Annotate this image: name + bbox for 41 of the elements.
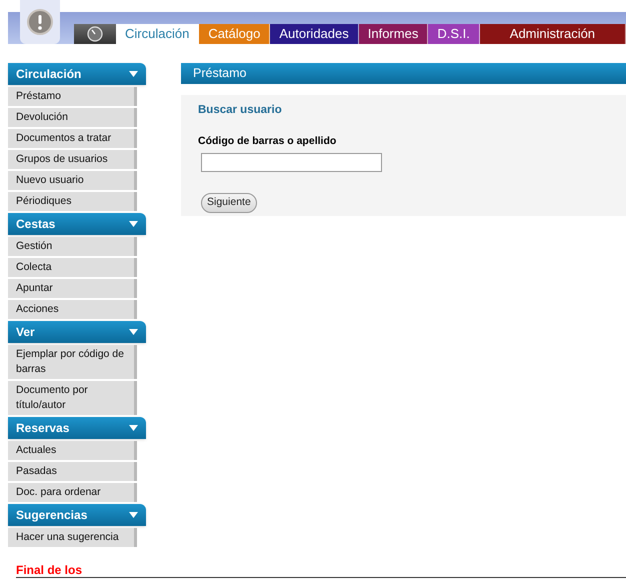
nav-tab[interactable]: Administración [480, 24, 626, 44]
caret-icon [129, 512, 138, 518]
menu-item[interactable]: Apuntar [8, 279, 137, 298]
nav-tab[interactable]: Circulación [116, 24, 200, 44]
caret-icon [129, 221, 138, 227]
footer-text: Final de los [16, 564, 84, 577]
menu-item[interactable]: Hacer una sugerencia [8, 528, 137, 547]
nav-tab[interactable]: D.S.I. [428, 24, 480, 44]
caret-icon [129, 71, 138, 77]
menu-item[interactable]: Nuevo usuario [8, 171, 137, 190]
alert-logo-icon [27, 9, 53, 35]
menu-item[interactable]: Colecta [8, 258, 137, 277]
menu-item[interactable]: Acciones [8, 300, 137, 319]
menu-item[interactable]: Documentos a tratar [8, 129, 137, 148]
nav-tab[interactable]: Informes [358, 24, 428, 44]
menu-item[interactable]: Documento por título/autor [8, 381, 137, 415]
caret-icon [129, 329, 138, 335]
menu-item[interactable]: Actuales [8, 441, 137, 460]
menu-item[interactable]: Grupos de usuarios [8, 150, 137, 169]
menu-item[interactable]: Gestión [8, 237, 137, 256]
logo-tile[interactable] [20, 0, 60, 44]
panel-title: Préstamo [193, 65, 246, 82]
form-subtitle: Buscar usuario [198, 103, 283, 118]
section-header[interactable]: Reservas [8, 417, 146, 439]
menu-item[interactable]: Périodiques [8, 192, 137, 211]
menu-item[interactable]: Préstamo [8, 87, 137, 106]
menu-item[interactable]: Devolución [8, 108, 137, 127]
caret-icon [129, 425, 138, 431]
clock-tab[interactable] [74, 24, 116, 44]
section-header[interactable]: Ver [8, 321, 146, 343]
clock-icon [87, 26, 103, 42]
input-field[interactable] [201, 152, 382, 172]
next-button[interactable]: Siguiente [201, 193, 257, 213]
section-header[interactable]: Cestas [8, 213, 146, 235]
nav-tab[interactable]: Autoridades [270, 24, 359, 44]
menu-item[interactable]: Doc. para ordenar [8, 483, 137, 502]
field-label: Código de barras o apellido [198, 134, 338, 150]
section-header[interactable]: Sugerencias [8, 504, 146, 526]
section-header[interactable]: Circulación [8, 63, 146, 85]
menu-item[interactable]: Pasadas [8, 462, 137, 481]
menu-item[interactable]: Ejemplar por código de barras [8, 345, 137, 379]
